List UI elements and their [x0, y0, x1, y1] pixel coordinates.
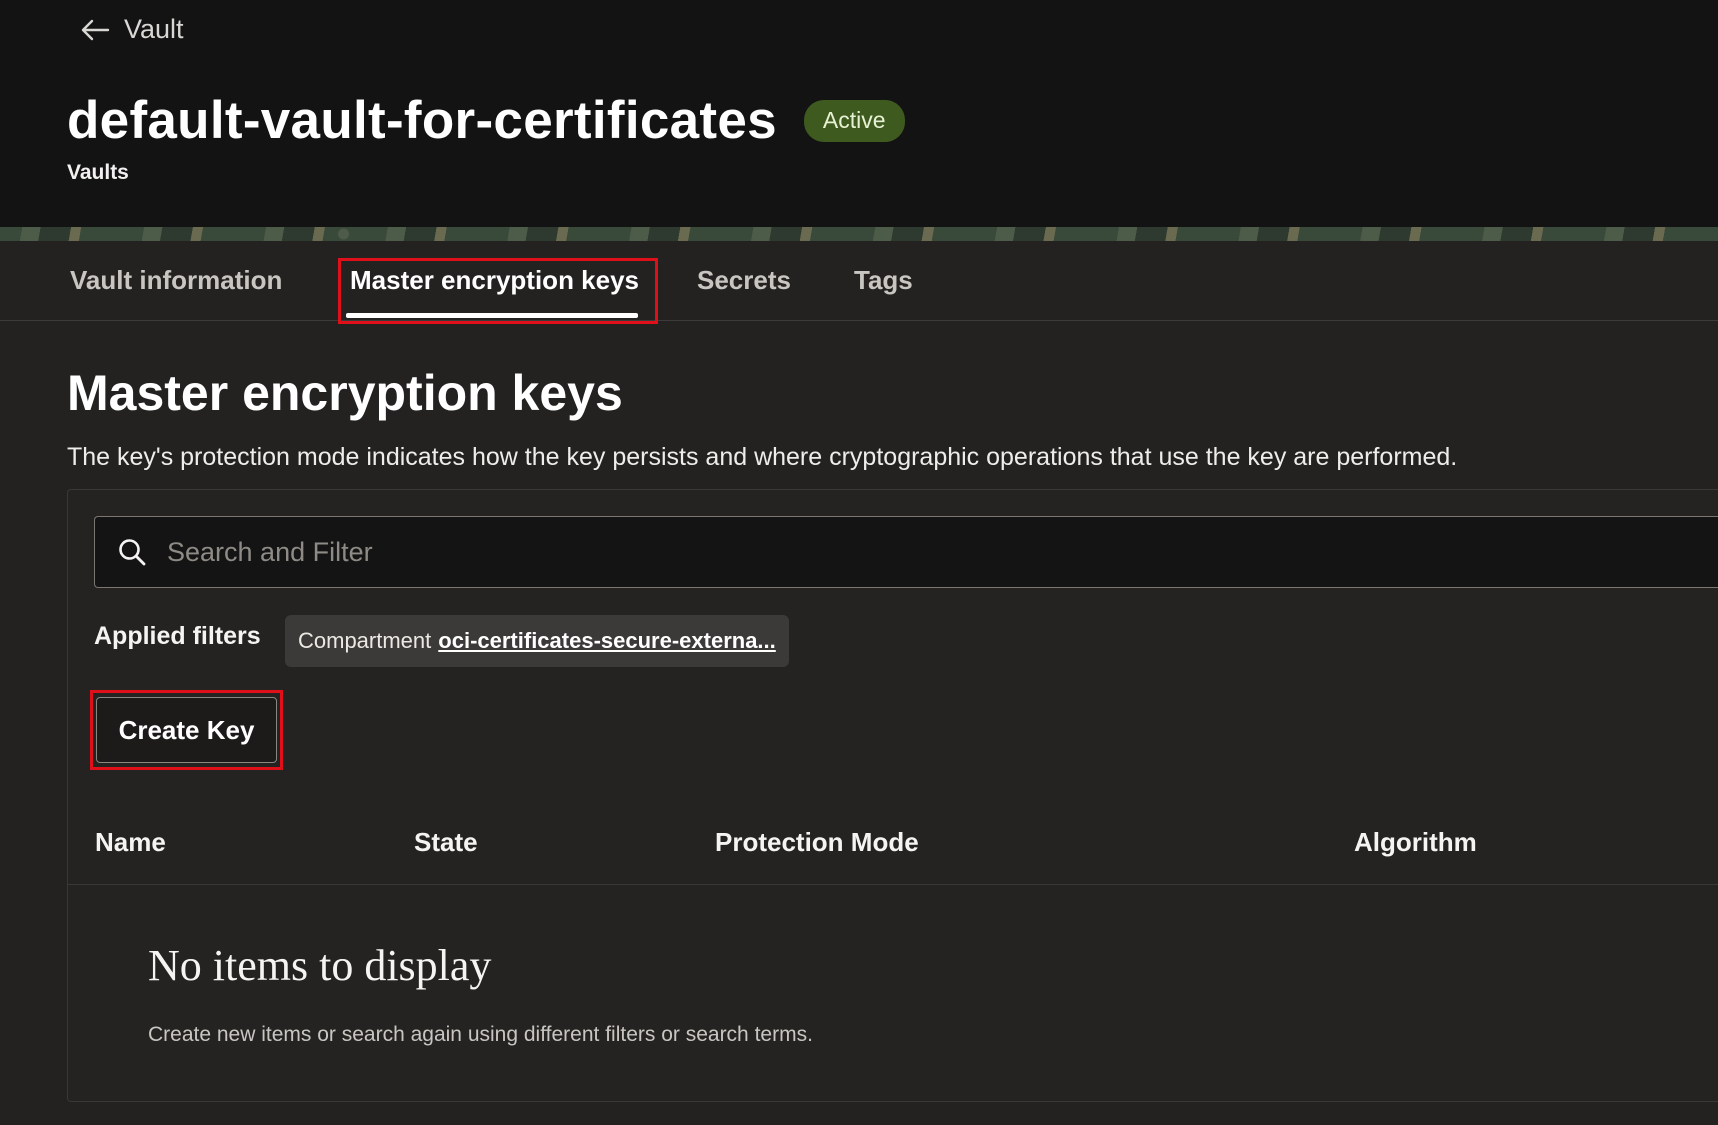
- page-subtitle: Vaults: [67, 161, 129, 184]
- tab-master-encryption-keys[interactable]: Master encryption keys: [350, 265, 639, 296]
- tab-secrets[interactable]: Secrets: [697, 265, 791, 296]
- search-input[interactable]: [165, 535, 1665, 569]
- page-title-row: default-vault-for-certificates Active: [67, 90, 905, 151]
- compartment-filter-chip[interactable]: Compartment oci-certificates-secure-exte…: [285, 615, 789, 667]
- tab-vault-information[interactable]: Vault information: [70, 265, 282, 296]
- page-title: default-vault-for-certificates: [67, 91, 777, 150]
- section-description: The key's protection mode indicates how …: [67, 443, 1458, 471]
- empty-state-title: No items to display: [148, 941, 492, 990]
- search-icon: [119, 539, 146, 566]
- back-link[interactable]: Vault: [80, 14, 184, 45]
- tab-bar: Vault information Master encryption keys…: [0, 241, 1718, 321]
- table-header: Name State Protection Mode Algorithm: [68, 811, 1718, 885]
- column-header-name[interactable]: Name: [95, 827, 166, 858]
- column-header-algorithm[interactable]: Algorithm: [1354, 827, 1477, 858]
- filter-chip-value-link[interactable]: oci-certificates-secure-externa...: [438, 628, 776, 654]
- column-header-protection-mode[interactable]: Protection Mode: [715, 827, 919, 858]
- page-header: Vault default-vault-for-certificates Act…: [0, 0, 1718, 227]
- back-link-label: Vault: [124, 14, 184, 44]
- empty-state-description: Create new items or search again using d…: [148, 1023, 813, 1046]
- tab-tags[interactable]: Tags: [854, 265, 913, 296]
- decorative-pattern-band: [0, 227, 1718, 241]
- arrow-left-icon: [81, 19, 110, 40]
- active-tab-indicator: [346, 313, 638, 318]
- search-box[interactable]: [94, 516, 1718, 588]
- status-badge: Active: [803, 99, 905, 142]
- create-key-button[interactable]: Create Key: [96, 697, 277, 763]
- filter-chip-key: Compartment: [298, 628, 432, 653]
- section-title: Master encryption keys: [67, 365, 623, 421]
- applied-filters-label: Applied filters: [94, 622, 261, 650]
- column-header-state[interactable]: State: [414, 827, 478, 858]
